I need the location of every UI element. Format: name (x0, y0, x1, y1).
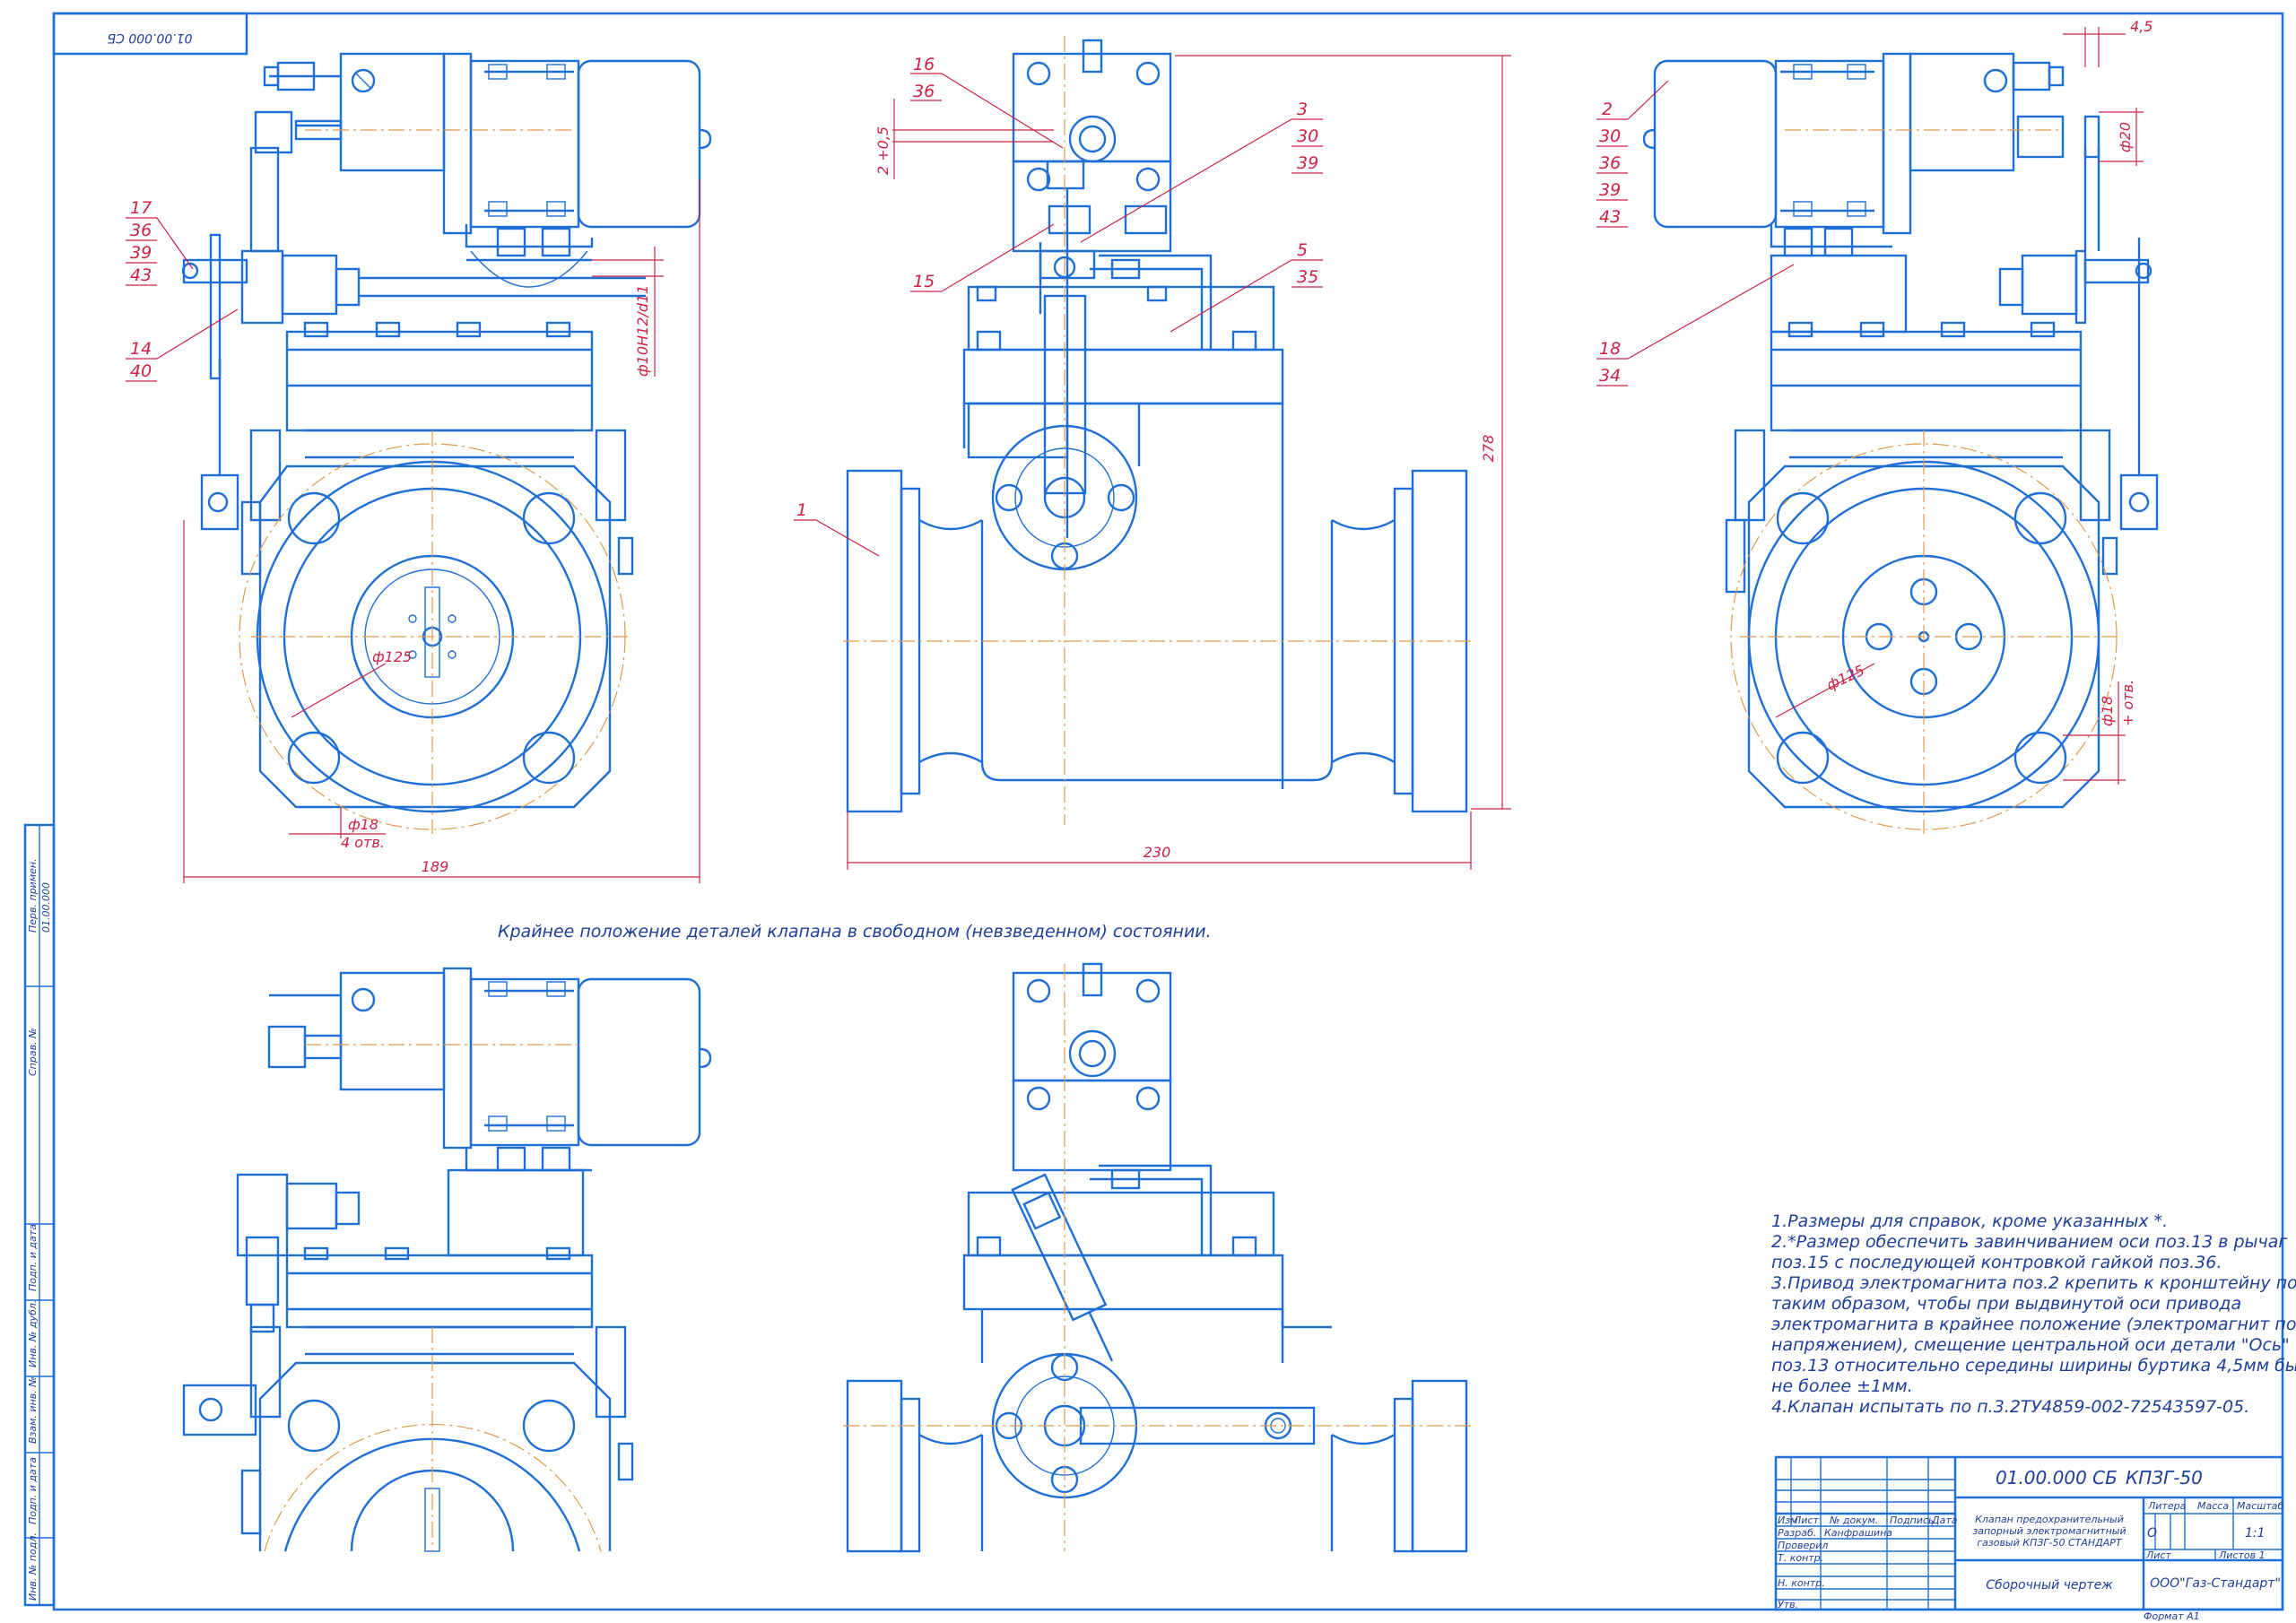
pos-30a: 30 (1297, 126, 1318, 146)
view-right-side (1642, 52, 2159, 834)
tb-format: Формат А1 (2144, 1610, 2200, 1622)
callout-2-group: 2 30 36 39 43 (1596, 80, 1669, 228)
doc-code-stamp: 01.00.000 СБ (107, 30, 192, 45)
pos-16: 16 (913, 55, 935, 74)
dim-gap-2: 2 +0,5 (874, 126, 891, 175)
pos-17: 17 (130, 198, 152, 218)
pos-18: 18 (1599, 339, 1621, 359)
tb-col-list: Лист (1793, 1515, 1819, 1526)
pos-40: 40 (130, 361, 152, 381)
dim-height-278: 278 (1480, 435, 1497, 463)
tb-litera-value: О (2147, 1526, 2157, 1541)
tb-company: ООО"Газ-Стандарт" (2150, 1576, 2281, 1591)
side-perv-primen-label: Перв. примен. (27, 858, 39, 933)
note-line-3: поз.15 с последующей контровкой гайкой п… (1771, 1253, 2222, 1272)
note-line-7: напряжением), смещение центральной оси д… (1771, 1335, 2290, 1355)
note-line-8: поз.13 относительно середины ширины бурт… (1771, 1356, 2296, 1376)
side-sprav-label: Справ. № (27, 1028, 39, 1076)
tb-product-name-1: Клапан предохранительный (1975, 1514, 2124, 1525)
callout-3-group: 3 30 39 (1080, 100, 1323, 243)
pos-43a: 43 (130, 265, 152, 285)
tb-masshtab-label: Масштаб (2237, 1500, 2283, 1512)
title-block: Изм Лист № докум. Подпись Дата Разраб. К… (1774, 1455, 2283, 1611)
dim-d20: ф20 (2117, 122, 2134, 152)
tb-col-ndokum: № докум. (1829, 1515, 1878, 1526)
note-line-4: 3.Привод электромагнита поз.2 крепить к … (1771, 1273, 2296, 1293)
note-line-6: электромагнита в крайнее положение (элек… (1771, 1315, 2296, 1334)
pos-34: 34 (1599, 366, 1621, 386)
note-line-2: 2.*Размер обеспечить завинчиванием оси п… (1771, 1232, 2288, 1252)
tb-row-utv: Утв. (1778, 1599, 1798, 1610)
view-caption: Крайнее положение деталей клапана в своб… (498, 922, 1212, 942)
side-inv-dubl: Инв. № дубл. (27, 1300, 39, 1367)
tb-drawing-type: Сборочный чертеж (1986, 1578, 2113, 1593)
side-strip: Перв. примен. 01.00.000 Справ. № Подп. и… (23, 823, 56, 1607)
pos-2: 2 (1602, 100, 1613, 119)
tb-row-razrab: Разраб. (1778, 1527, 1816, 1539)
callout-14-group: 14 40 (126, 308, 239, 382)
side-podp-data-2: Подп. и дата (27, 1457, 39, 1524)
pos-15: 15 (913, 272, 935, 291)
dim-d18-right: ф18 (2099, 696, 2116, 726)
callout-16-group: 16 36 (910, 55, 1064, 149)
callout-15-group: 15 (910, 223, 1055, 292)
tb-list-label: Лист (2145, 1549, 2171, 1561)
tb-row-tkontr: Т. контр. (1778, 1552, 1823, 1564)
technical-notes: 1.Размеры для справок, кроме указанных *… (1771, 1211, 2296, 1417)
dim-d18-left: ф18 (348, 816, 378, 833)
tb-product-code: КПЗГ-50 (2126, 1467, 2203, 1488)
side-podp-data-1: Подп. и дата (27, 1224, 39, 1291)
tb-litera-label: Литера (2147, 1500, 2187, 1512)
tb-doc-number: 01.00.000 СБ (1996, 1467, 2118, 1488)
note-line-10: 4.Клапан испытать по п.3.2ТУ4859-002-725… (1771, 1397, 2249, 1417)
dim-fit-d10: ф10H12/d11 (634, 285, 651, 377)
tb-col-data: Дата (1931, 1515, 1958, 1526)
view-left-side (181, 52, 712, 834)
tb-row-nkontr: Н. контр. (1778, 1577, 1825, 1589)
tb-listov-label: Листов 1 (2218, 1549, 2266, 1561)
pos-5: 5 (1297, 240, 1308, 260)
view-front (843, 36, 1471, 825)
pos-14: 14 (130, 339, 152, 359)
tb-product-name-3: газовый КПЗГ-50 СТАНДАРТ (1977, 1537, 2123, 1549)
tb-scale-value: 1:1 (2245, 1526, 2266, 1541)
pos-39a: 39 (130, 243, 152, 263)
dim-gap-45: 4,5 (2130, 18, 2152, 35)
note-line-1: 1.Размеры для справок, кроме указанных *… (1771, 1211, 2168, 1231)
dim-holes: 4 отв. (341, 834, 385, 851)
tb-razrab-name: Канфрашина (1824, 1527, 1892, 1539)
tb-massa-label: Масса (2197, 1500, 2229, 1512)
drawing-sheet: 01.00.000 СБ Перв. примен. 01.00.000 Спр… (23, 12, 2296, 1622)
pos-1: 1 (796, 500, 807, 520)
side-inv-podl: Инв. № подл. (27, 1532, 39, 1601)
side-perv-primen-value: 01.00.000 (40, 882, 52, 933)
dim-width-189: 189 (422, 858, 449, 875)
side-vzam-inv: Взам. инв. № (27, 1376, 39, 1444)
view-bottom-left (182, 967, 712, 1552)
pos-30b: 30 (1599, 126, 1621, 146)
dim-width-230: 230 (1144, 844, 1171, 861)
pos-39b: 39 (1297, 153, 1318, 173)
pos-35: 35 (1297, 267, 1318, 287)
pos-36c: 36 (1599, 153, 1621, 173)
tb-row-proveril: Проверил (1778, 1540, 1828, 1551)
tb-col-podpis: Подпись (1890, 1515, 1934, 1526)
dimensions: 189 230 278 ф10H12/d11 ф125 ф18 4 отв. ф… (183, 18, 2152, 883)
note-line-9: не более ±1мм. (1771, 1376, 1913, 1396)
dim-d125-left: ф125 (372, 648, 412, 665)
pos-36b: 36 (913, 82, 935, 101)
callout-18-group: 18 34 (1596, 264, 1795, 386)
view-bottom-center (843, 962, 1471, 1553)
pos-39c: 39 (1599, 180, 1621, 200)
pos-43b: 43 (1599, 207, 1621, 227)
dim-d125-right: ф125 (1824, 662, 1867, 694)
pos-36a: 36 (130, 221, 152, 240)
pos-3: 3 (1297, 100, 1308, 119)
note-line-5: таким образом, чтобы при выдвинутой оси … (1771, 1294, 2241, 1314)
tb-product-name-2: запорный электромагнитный (1972, 1525, 2126, 1537)
dim-d18-tolerance: + отв. (2119, 680, 2136, 726)
callout-1-group: 1 (794, 500, 880, 557)
